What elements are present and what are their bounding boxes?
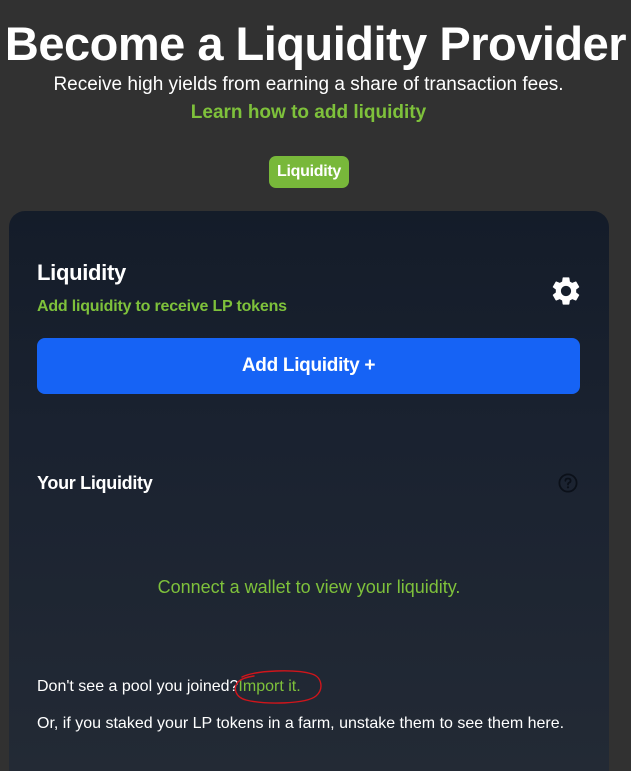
gear-icon <box>552 277 580 305</box>
learn-how-link[interactable]: Learn how to add liquidity <box>0 101 617 125</box>
connect-wallet-message: Connect a wallet to view your liquidity. <box>157 577 461 597</box>
tab-liquidity[interactable]: Liquidity <box>269 156 349 188</box>
help-button[interactable] <box>558 473 578 493</box>
farm-unstake-note: Or, if you staked your LP tokens in a fa… <box>37 715 565 732</box>
import-link-label: Import it. <box>238 678 301 695</box>
add-liquidity-button[interactable]: Add Liquidity + <box>37 338 580 394</box>
page-subtitle: Receive high yields from earning a share… <box>53 74 564 95</box>
card-subtitle: Add liquidity to receive LP tokens <box>37 298 287 315</box>
liquidity-card: Liquidity Add liquidity to receive LP to… <box>9 211 609 771</box>
question-circle-icon <box>558 473 578 493</box>
import-link[interactable]: Import it. <box>235 670 323 704</box>
settings-button[interactable] <box>549 274 583 308</box>
your-liquidity-heading: Your Liquidity <box>37 473 153 493</box>
import-prompt: Don't see a pool you joined? <box>37 678 239 695</box>
import-pool-row: Don't see a pool you joined?Import it. <box>37 670 323 704</box>
page-title: Become a Liquidity Provider <box>4 17 627 70</box>
card-title: Liquidity <box>37 260 126 285</box>
